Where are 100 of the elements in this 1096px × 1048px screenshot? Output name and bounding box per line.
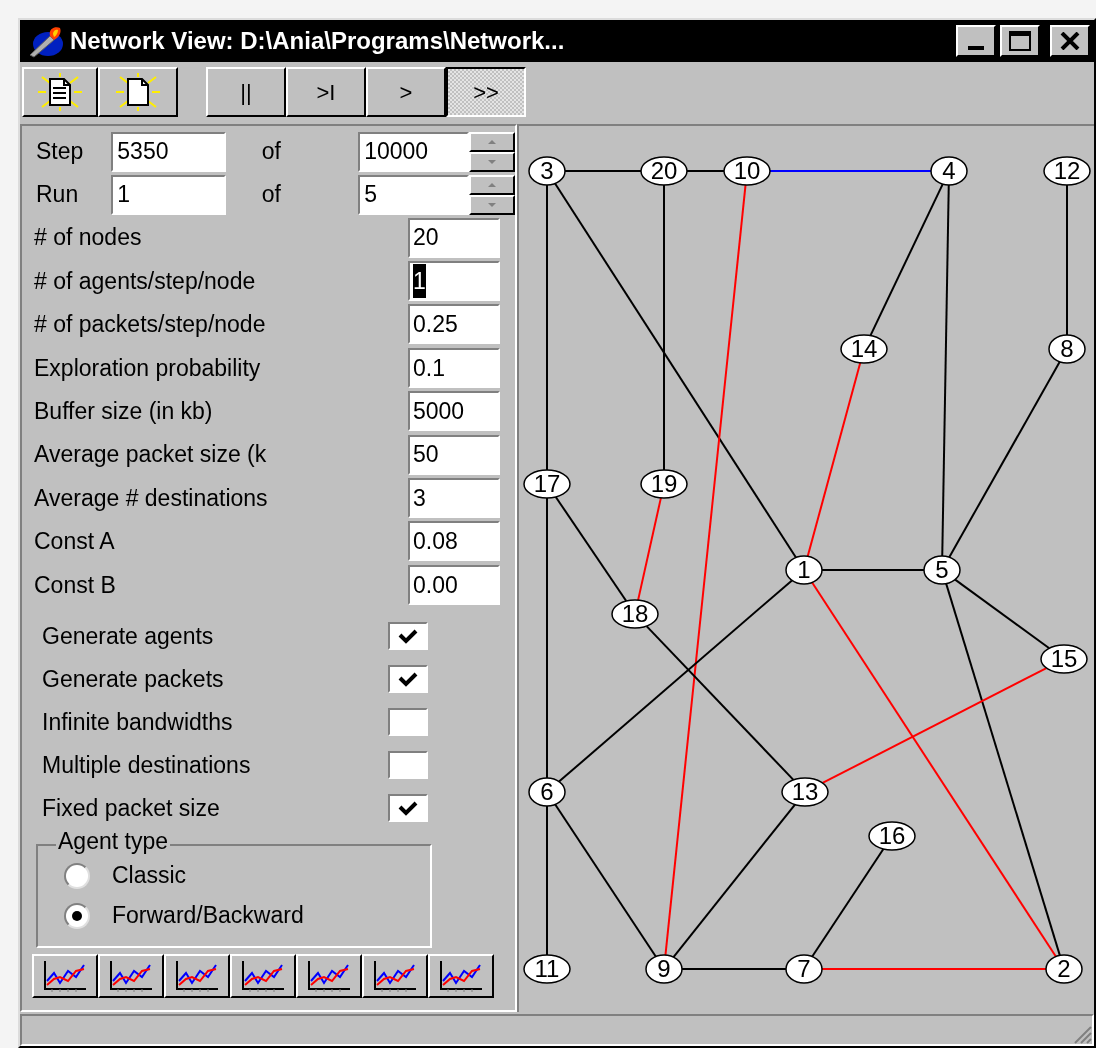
network-node[interactable]: 5: [923, 555, 961, 585]
group-title: Agent type: [56, 829, 170, 853]
chart-button[interactable]: [230, 953, 296, 998]
input-field[interactable]: 0.08: [408, 521, 500, 562]
checkbox-label: Fixed packet size: [41, 793, 221, 823]
network-node[interactable]: 8: [1048, 334, 1086, 364]
check-icon: [398, 628, 418, 644]
spin-up-button[interactable]: [468, 131, 515, 152]
line-chart-icon: [240, 958, 286, 993]
network-node[interactable]: 6: [528, 777, 566, 807]
parameter-label: Exploration probability: [33, 353, 262, 383]
line-chart-icon: [108, 958, 154, 993]
of-label: of: [260, 137, 282, 167]
field-value: 0.1: [413, 353, 445, 383]
checkbox-label: Infinite bandwidths: [41, 707, 234, 737]
network-node[interactable]: 14: [840, 334, 888, 364]
checkbox[interactable]: [388, 751, 428, 779]
of-label: of: [260, 180, 282, 210]
network-node[interactable]: 9: [645, 954, 683, 984]
network-node[interactable]: 10: [723, 156, 771, 186]
input-field[interactable]: 1: [408, 261, 500, 302]
up-arrow-icon: [487, 139, 496, 144]
network-node[interactable]: 11: [523, 954, 571, 984]
line-chart-icon: [306, 958, 352, 993]
network-node[interactable]: 7: [785, 954, 823, 984]
network-node[interactable]: 19: [640, 469, 688, 499]
input-field[interactable]: 5: [358, 174, 469, 215]
input-field[interactable]: 0.1: [408, 347, 500, 388]
input-field[interactable]: 5350: [111, 131, 226, 172]
playback-button[interactable]: ||: [206, 67, 286, 117]
playback-button[interactable]: >I: [286, 67, 366, 117]
network-node[interactable]: 17: [523, 469, 571, 499]
input-field[interactable]: 5000: [408, 391, 500, 432]
maximize-button[interactable]: [1000, 25, 1040, 57]
input-field[interactable]: 0.00: [408, 564, 500, 605]
minimize-button[interactable]: [956, 25, 996, 57]
chart-button[interactable]: [98, 953, 164, 998]
parameter-label: Const B: [33, 570, 117, 600]
parameter-label: Average packet size (k: [33, 440, 268, 470]
checkbox[interactable]: [388, 708, 428, 736]
input-field[interactable]: 3: [408, 478, 500, 519]
radio-button[interactable]: [64, 862, 90, 889]
network-node[interactable]: 4: [930, 156, 968, 186]
parameter-label: # of agents/step/node: [33, 266, 257, 296]
field-value: 1: [413, 263, 426, 299]
check-icon: [398, 800, 418, 816]
check-icon: [398, 671, 418, 687]
field-value: 20: [413, 223, 439, 253]
input-field[interactable]: 50: [408, 434, 500, 475]
field-value: 0.08: [413, 527, 458, 557]
input-field[interactable]: 1: [111, 174, 226, 215]
field-label: Step: [35, 137, 85, 167]
input-field[interactable]: 10000: [358, 131, 469, 172]
chart-button[interactable]: [362, 953, 428, 998]
document-lines-icon: [38, 73, 82, 111]
playback-button[interactable]: >>: [446, 67, 526, 117]
up-arrow-icon: [487, 182, 496, 187]
line-chart-icon: [372, 958, 418, 993]
close-button[interactable]: [1050, 25, 1090, 57]
field-label: Run: [35, 180, 80, 210]
line-chart-icon: [438, 958, 484, 993]
new-document-button[interactable]: [98, 67, 178, 117]
parameter-label: Const A: [33, 527, 116, 557]
down-arrow-icon: [487, 202, 496, 207]
network-node[interactable]: 15: [1040, 644, 1088, 674]
field-value: 0.25: [413, 310, 458, 340]
network-node[interactable]: 20: [640, 156, 688, 186]
checkbox[interactable]: [388, 665, 428, 693]
network-node[interactable]: 1: [785, 555, 823, 585]
input-field[interactable]: 0.25: [408, 304, 500, 345]
chart-button[interactable]: [296, 953, 362, 998]
network-node[interactable]: 2: [1045, 954, 1083, 984]
network-node[interactable]: 13: [781, 777, 829, 807]
network-node[interactable]: 3: [528, 156, 566, 186]
parameter-label: # of nodes: [33, 223, 143, 253]
checkbox-label: Multiple destinations: [41, 750, 252, 780]
new-document-icon: [116, 73, 160, 111]
checkbox[interactable]: [388, 794, 428, 822]
document-button[interactable]: [22, 67, 98, 117]
playback-button[interactable]: >: [366, 67, 446, 117]
field-value: 3: [413, 483, 426, 513]
parameter-label: Buffer size (in kb): [33, 397, 214, 426]
input-field[interactable]: 20: [408, 217, 500, 258]
minimize-icon: [968, 46, 984, 50]
line-chart-icon: [42, 958, 88, 993]
field-value: 5000: [413, 397, 465, 426]
checkbox-label: Generate agents: [41, 621, 215, 651]
checkbox[interactable]: [388, 622, 428, 650]
network-node[interactable]: 12: [1043, 156, 1091, 186]
down-arrow-icon: [487, 159, 496, 164]
network-node[interactable]: 16: [868, 821, 916, 851]
parameter-label: Average # destinations: [33, 483, 269, 513]
chart-button[interactable]: [164, 953, 230, 998]
spin-up-button[interactable]: [468, 174, 515, 195]
parameter-label: # of packets/step/node: [33, 310, 267, 340]
field-value: 50: [413, 440, 439, 470]
chart-button[interactable]: [32, 953, 98, 998]
radio-button[interactable]: [64, 902, 90, 929]
chart-button[interactable]: [428, 953, 494, 998]
network-node[interactable]: 18: [611, 599, 659, 629]
